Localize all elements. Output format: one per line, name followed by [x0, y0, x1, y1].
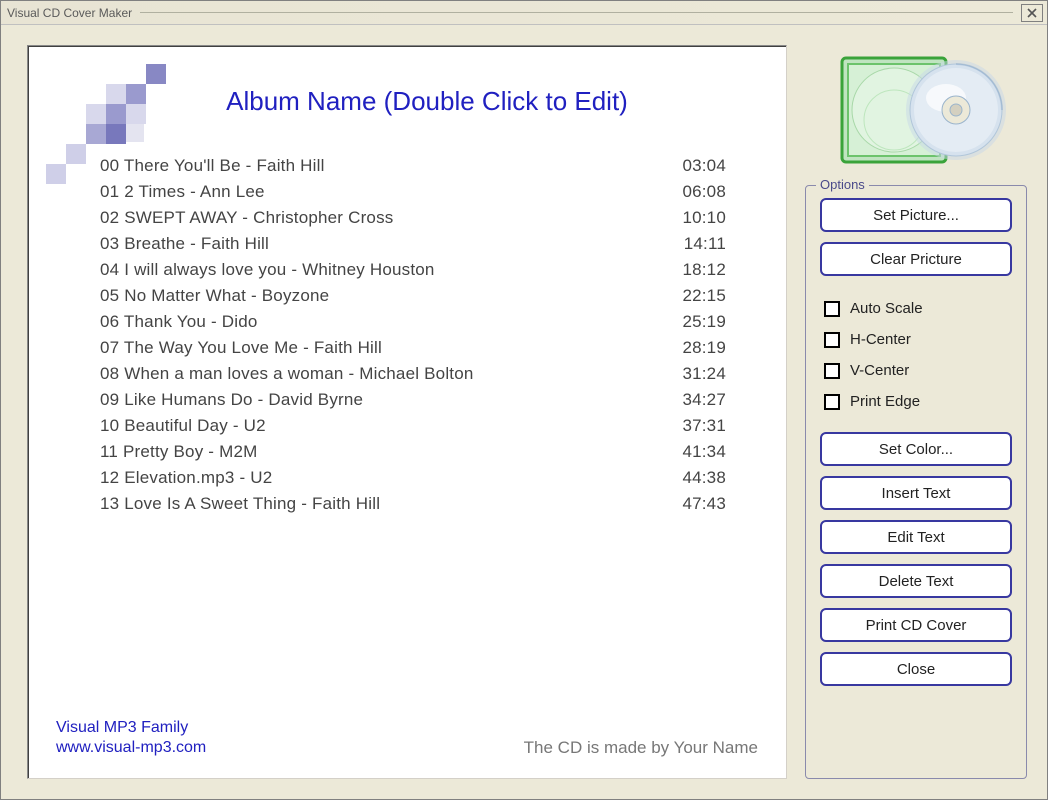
- track-row[interactable]: 03 Breathe - Faith Hill 14:11: [100, 231, 726, 257]
- track-time: 18:12: [662, 257, 726, 283]
- h-center-label: H-Center: [850, 331, 911, 348]
- auto-scale-label: Auto Scale: [850, 300, 923, 317]
- close-button[interactable]: Close: [820, 652, 1012, 686]
- track-title: 08 When a man loves a woman - Michael Bo…: [100, 361, 474, 387]
- track-row[interactable]: 06 Thank You - Dido 25:19: [100, 309, 726, 335]
- options-legend: Options: [816, 177, 869, 192]
- track-row[interactable]: 02 SWEPT AWAY - Christopher Cross 10:10: [100, 205, 726, 231]
- track-time: 47:43: [662, 491, 726, 517]
- checkbox-icon: [824, 363, 840, 379]
- pixel-logo: [46, 64, 166, 184]
- track-time: 28:19: [662, 335, 726, 361]
- track-time: 25:19: [662, 309, 726, 335]
- content-area: Album Name (Double Click to Edit) 00 The…: [1, 25, 1047, 799]
- track-title: 12 Elevation.mp3 - U2: [100, 465, 272, 491]
- cover-preview-panel[interactable]: Album Name (Double Click to Edit) 00 The…: [27, 45, 787, 779]
- v-center-label: V-Center: [850, 362, 909, 379]
- track-time: 31:24: [662, 361, 726, 387]
- track-time: 10:10: [662, 205, 726, 231]
- footer-made-by: The CD is made by Your Name: [524, 738, 758, 758]
- track-row[interactable]: 13 Love Is A Sweet Thing - Faith Hill 47:…: [100, 491, 726, 517]
- h-center-checkbox[interactable]: H-Center: [824, 331, 1012, 348]
- track-time: 34:27: [662, 387, 726, 413]
- edit-text-button[interactable]: Edit Text: [820, 520, 1012, 554]
- checkbox-icon: [824, 394, 840, 410]
- options-group: Options Set Picture... Clear Pricture Au…: [805, 185, 1027, 779]
- cd-artwork: [805, 45, 1027, 175]
- footer-brand: Visual MP3 Family: [56, 718, 206, 738]
- close-icon: [1026, 7, 1038, 19]
- track-title: 04 I will always love you - Whitney Hous…: [100, 257, 435, 283]
- track-time: 44:38: [662, 465, 726, 491]
- track-row[interactable]: 08 When a man loves a woman - Michael Bo…: [100, 361, 726, 387]
- track-row[interactable]: 12 Elevation.mp3 - U2 44:38: [100, 465, 726, 491]
- track-title: 06 Thank You - Dido: [100, 309, 258, 335]
- set-color-button[interactable]: Set Color...: [820, 432, 1012, 466]
- auto-scale-checkbox[interactable]: Auto Scale: [824, 300, 1012, 317]
- track-title: 13 Love Is A Sweet Thing - Faith Hill: [100, 491, 380, 517]
- print-cd-cover-button[interactable]: Print CD Cover: [820, 608, 1012, 642]
- track-row[interactable]: 09 Like Humans Do - David Byrne 34:27: [100, 387, 726, 413]
- track-row[interactable]: 05 No Matter What - Boyzone 22:15: [100, 283, 726, 309]
- track-title: 11 Pretty Boy - M2M: [100, 439, 257, 465]
- track-row[interactable]: 10 Beautiful Day - U2 37:31: [100, 413, 726, 439]
- delete-text-button[interactable]: Delete Text: [820, 564, 1012, 598]
- checkbox-icon: [824, 301, 840, 317]
- track-list: 00 There You'll Be - Faith Hill03:0401 2…: [28, 153, 786, 517]
- titlebar-divider: [140, 12, 1013, 13]
- cd-case-icon: [816, 50, 1016, 170]
- track-row[interactable]: 04 I will always love you - Whitney Hous…: [100, 257, 726, 283]
- v-center-checkbox[interactable]: V-Center: [824, 362, 1012, 379]
- track-row[interactable]: 11 Pretty Boy - M2M 41:34: [100, 439, 726, 465]
- track-title: 05 No Matter What - Boyzone: [100, 283, 329, 309]
- track-title: 10 Beautiful Day - U2: [100, 413, 266, 439]
- track-title: 02 SWEPT AWAY - Christopher Cross: [100, 205, 393, 231]
- clear-picture-button[interactable]: Clear Pricture: [820, 242, 1012, 276]
- track-title: 09 Like Humans Do - David Byrne: [100, 387, 363, 413]
- track-title: 07 The Way You Love Me - Faith Hill: [100, 335, 382, 361]
- print-edge-label: Print Edge: [850, 393, 920, 410]
- footer-brand-block: Visual MP3 Family www.visual-mp3.com: [56, 718, 206, 758]
- track-time: 06:08: [662, 179, 726, 205]
- set-picture-button[interactable]: Set Picture...: [820, 198, 1012, 232]
- app-window: Visual CD Cover Maker: [0, 0, 1048, 800]
- window-title: Visual CD Cover Maker: [7, 6, 132, 20]
- track-time: 37:31: [662, 413, 726, 439]
- insert-text-button[interactable]: Insert Text: [820, 476, 1012, 510]
- close-window-button[interactable]: [1021, 4, 1043, 22]
- track-title: 03 Breathe - Faith Hill: [100, 231, 269, 257]
- print-edge-checkbox[interactable]: Print Edge: [824, 393, 1012, 410]
- cover-footer: Visual MP3 Family www.visual-mp3.com The…: [56, 718, 758, 758]
- titlebar[interactable]: Visual CD Cover Maker: [1, 1, 1047, 25]
- track-time: 41:34: [662, 439, 726, 465]
- track-time: 22:15: [662, 283, 726, 309]
- track-row[interactable]: 01 2 Times - Ann Lee06:08: [100, 179, 726, 205]
- track-row[interactable]: 00 There You'll Be - Faith Hill03:04: [100, 153, 726, 179]
- track-time: 03:04: [662, 153, 726, 179]
- footer-url: www.visual-mp3.com: [56, 738, 206, 758]
- track-time: 14:11: [664, 231, 726, 257]
- track-row[interactable]: 07 The Way You Love Me - Faith Hill 28:19: [100, 335, 726, 361]
- checkbox-icon: [824, 332, 840, 348]
- side-panel: Options Set Picture... Clear Pricture Au…: [805, 45, 1027, 779]
